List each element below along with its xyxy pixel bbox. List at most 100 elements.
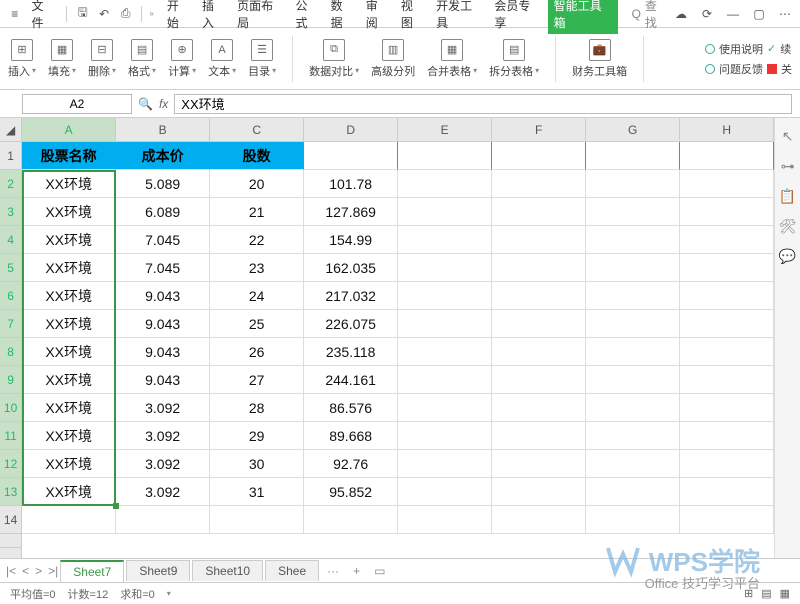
more-sheets-icon[interactable]: ···: [321, 564, 345, 578]
view-page-icon[interactable]: ▦: [780, 587, 790, 600]
cell[interactable]: [398, 366, 492, 394]
cell[interactable]: [680, 142, 774, 170]
cell[interactable]: 23: [210, 254, 304, 282]
cell[interactable]: [398, 394, 492, 422]
cell[interactable]: [680, 310, 774, 338]
cell[interactable]: 9.043: [116, 310, 210, 338]
cell[interactable]: 20: [210, 170, 304, 198]
row-header[interactable]: 2: [0, 170, 21, 198]
cell[interactable]: 244.161: [304, 366, 398, 394]
cell[interactable]: [680, 394, 774, 422]
tab-start[interactable]: 开始: [162, 0, 195, 34]
cell[interactable]: XX环境: [22, 450, 116, 478]
cell[interactable]: [398, 506, 492, 534]
cell[interactable]: 9.043: [116, 282, 210, 310]
add-sheet-icon[interactable]: +: [347, 564, 366, 578]
ribbon-compare[interactable]: ⧉数据对比▾: [309, 39, 359, 79]
cell[interactable]: [586, 170, 680, 198]
sync-icon[interactable]: ⟳: [698, 5, 716, 23]
row-header[interactable]: 6: [0, 282, 21, 310]
cloud-icon[interactable]: ☁: [672, 5, 690, 23]
sheet-tab-active[interactable]: Sheet7: [60, 560, 124, 582]
cell[interactable]: 7.045: [116, 254, 210, 282]
cell[interactable]: [492, 450, 586, 478]
col-header[interactable]: C: [210, 118, 304, 141]
cell[interactable]: [304, 142, 398, 170]
cell[interactable]: XX环境: [22, 478, 116, 506]
cell[interactable]: 22: [210, 226, 304, 254]
cell[interactable]: [586, 394, 680, 422]
cell[interactable]: [680, 282, 774, 310]
row-header[interactable]: 10: [0, 394, 21, 422]
row-header[interactable]: 14: [0, 506, 21, 534]
ribbon-text[interactable]: A文本▾: [208, 39, 236, 79]
col-header[interactable]: D: [304, 118, 398, 141]
tab-review[interactable]: 审阅: [361, 0, 394, 34]
cell[interactable]: 3.092: [116, 394, 210, 422]
cell[interactable]: [398, 170, 492, 198]
cell[interactable]: 92.76: [304, 450, 398, 478]
cell[interactable]: [586, 310, 680, 338]
cell[interactable]: 6.089: [116, 198, 210, 226]
cell[interactable]: [492, 394, 586, 422]
ribbon-insert[interactable]: ⊞插入▾: [8, 39, 36, 79]
cell[interactable]: [398, 226, 492, 254]
cell[interactable]: [398, 422, 492, 450]
cell[interactable]: 217.032: [304, 282, 398, 310]
first-sheet-icon[interactable]: |<: [6, 564, 16, 578]
sheet-tab[interactable]: Sheet9: [126, 560, 190, 581]
cell[interactable]: [398, 450, 492, 478]
sheet-tab[interactable]: Sheet10: [192, 560, 263, 581]
row-header[interactable]: 13: [0, 478, 21, 506]
cell[interactable]: [586, 450, 680, 478]
cell[interactable]: 5.089: [116, 170, 210, 198]
cell[interactable]: [586, 506, 680, 534]
feedback-link[interactable]: 问题反馈 关: [705, 61, 792, 77]
row-header[interactable]: [0, 534, 21, 548]
col-header[interactable]: A: [22, 118, 116, 141]
undo-icon[interactable]: ↶: [95, 5, 113, 23]
cell[interactable]: 29: [210, 422, 304, 450]
cell[interactable]: 154.99: [304, 226, 398, 254]
cell[interactable]: [492, 282, 586, 310]
grid[interactable]: A B C D E F G H 股票名称 成本价 股数 XX环境5.089201…: [22, 118, 774, 558]
ribbon-finance[interactable]: 💼财务工具箱: [572, 39, 627, 79]
cell[interactable]: 89.668: [304, 422, 398, 450]
cell[interactable]: [586, 254, 680, 282]
col-header[interactable]: F: [492, 118, 586, 141]
ribbon-delete[interactable]: ⊟删除▾: [88, 39, 116, 79]
cell[interactable]: [398, 198, 492, 226]
cell[interactable]: 股数: [210, 142, 304, 170]
chevron-icon[interactable]: »: [149, 9, 153, 18]
cell[interactable]: 28: [210, 394, 304, 422]
cell[interactable]: [586, 282, 680, 310]
cell[interactable]: [492, 310, 586, 338]
chat-icon[interactable]: 💬: [780, 248, 796, 264]
cell[interactable]: XX环境: [22, 366, 116, 394]
name-box[interactable]: A2: [22, 94, 132, 114]
cell[interactable]: XX环境: [22, 394, 116, 422]
tab-layout[interactable]: 页面布局: [232, 0, 288, 34]
cell[interactable]: [680, 338, 774, 366]
cell[interactable]: [492, 254, 586, 282]
cell[interactable]: [492, 226, 586, 254]
ribbon-toc[interactable]: ☰目录▾: [248, 39, 276, 79]
cell[interactable]: [586, 198, 680, 226]
cell[interactable]: 3.092: [116, 478, 210, 506]
save-icon[interactable]: 🖫: [74, 5, 92, 23]
cell[interactable]: 235.118: [304, 338, 398, 366]
tab-view[interactable]: 视图: [396, 0, 429, 34]
row-header[interactable]: 4: [0, 226, 21, 254]
cell[interactable]: 86.576: [304, 394, 398, 422]
cell[interactable]: XX环境: [22, 254, 116, 282]
fill-handle[interactable]: [113, 503, 119, 509]
cell[interactable]: [398, 254, 492, 282]
cell[interactable]: 226.075: [304, 310, 398, 338]
cell[interactable]: [586, 142, 680, 170]
cell[interactable]: 101.78: [304, 170, 398, 198]
row-header[interactable]: 12: [0, 450, 21, 478]
cell[interactable]: 162.035: [304, 254, 398, 282]
cursor-icon[interactable]: ↖: [780, 128, 796, 144]
row-header[interactable]: 11: [0, 422, 21, 450]
cell[interactable]: 3.092: [116, 450, 210, 478]
